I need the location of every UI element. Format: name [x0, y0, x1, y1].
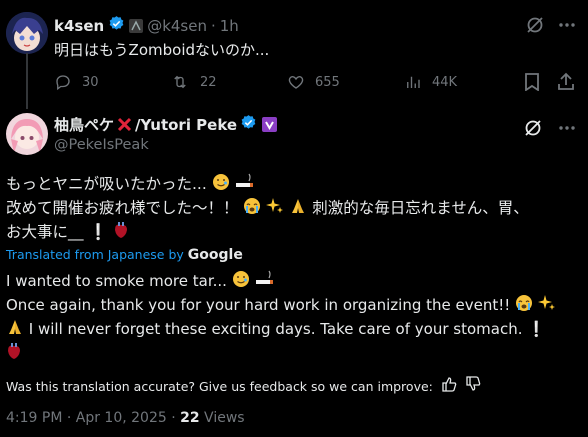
crying-face-emoji-icon [515, 294, 533, 318]
like-button[interactable]: 655 [287, 73, 340, 91]
reply-display-name[interactable]: k4sen [54, 17, 104, 35]
views-label: Views [199, 410, 245, 426]
sparkles-emoji-icon [537, 294, 556, 318]
bookmark-icon[interactable] [524, 73, 540, 91]
repost-icon [174, 75, 186, 89]
translated-line-2: Once again, thank you for your hard work… [6, 296, 511, 314]
grok-icon[interactable] [525, 15, 545, 35]
purple-check-icon [262, 117, 278, 132]
views-button[interactable]: 44K [404, 73, 457, 91]
cigarette-emoji-icon [255, 270, 275, 294]
translated-from-label: Translated from Japanese by [6, 247, 184, 262]
tweet-line-2: 改めて開催お疲れ様でした〜！！ [6, 199, 239, 217]
views-count: 22 [180, 410, 200, 426]
cross-mark-icon [117, 117, 132, 132]
translated-line-3: I will never forget these exciting days.… [28, 320, 523, 338]
tweet-text-translated: I wanted to smoke more tar... Once again… [6, 270, 581, 366]
smiling-tear-emoji-icon [232, 270, 250, 294]
reply-count: 30 [82, 74, 99, 90]
main-display-name-en[interactable]: /Yutori Peke [135, 116, 237, 134]
cigarette-emoji-icon [235, 173, 255, 197]
reply-time[interactable]: 1h [220, 17, 239, 35]
main-display-name-jp[interactable]: 柚鳥ペケ [54, 114, 114, 135]
anatomical-heart-emoji-icon [6, 342, 22, 366]
views-count: 44K [432, 74, 458, 90]
main-avatar[interactable] [6, 113, 48, 155]
thumbs-down-icon[interactable] [465, 376, 481, 396]
views-icon [407, 76, 420, 88]
reply-button[interactable]: 30 [54, 73, 99, 91]
verified-badge-icon [240, 114, 257, 135]
repost-button[interactable]: 22 [170, 73, 217, 91]
translation-feedback: Was this translation accurate? Give us f… [6, 376, 481, 396]
exclamation-emoji-icon: ❕ [88, 223, 108, 241]
repost-count: 22 [200, 74, 217, 90]
tweet-text-original: もっとヤニが吸いたかった... 改めて開催お疲れ様でした〜！！ 刺激的な毎日忘れ… [6, 173, 581, 245]
verified-badge-icon [108, 15, 125, 36]
feedback-prompt: Was this translation accurate? Give us f… [6, 378, 433, 394]
thumbs-up-icon[interactable] [441, 376, 457, 396]
reply-avatar[interactable] [6, 12, 48, 54]
tweet-line-1: もっとヤニが吸いたかった... [6, 175, 207, 193]
tweet-line-2b: 刺激的な毎日忘れません、胃、 [312, 199, 529, 217]
affiliate-badge-icon [129, 18, 144, 33]
google-logo: Google [187, 247, 243, 263]
reply-handle[interactable]: @k4sen [147, 17, 207, 35]
more-options-icon[interactable] [558, 22, 576, 28]
reply-icon [56, 75, 70, 91]
share-icon[interactable] [557, 72, 575, 91]
like-count: 655 [315, 74, 340, 90]
main-handle[interactable]: @PekeIsPeak [54, 137, 149, 153]
thread-line [26, 53, 28, 109]
separator-dot: · [210, 16, 216, 35]
translation-attribution: Translated from Japanese by Google [6, 247, 243, 263]
exclamation-emoji-icon: ❕ [527, 320, 546, 338]
reply-text: 明日はもうZomboidないのか... [54, 41, 270, 59]
anatomical-heart-emoji-icon [113, 221, 129, 245]
folded-hands-emoji-icon [6, 318, 24, 342]
sparkles-emoji-icon [266, 197, 284, 221]
grok-icon[interactable] [523, 118, 543, 138]
tweet-timestamp-row: 4:19 PM · Apr 10, 2025 · 22 Views [6, 410, 245, 426]
more-options-icon[interactable] [558, 125, 576, 131]
tweet-timestamp[interactable]: 4:19 PM · Apr 10, 2025 · [6, 410, 180, 426]
translated-line-1: I wanted to smoke more tar... [6, 272, 227, 290]
heart-icon [288, 76, 304, 89]
crying-face-emoji-icon [243, 197, 261, 221]
smiling-tear-emoji-icon [212, 173, 230, 197]
folded-hands-emoji-icon [289, 197, 307, 221]
tweet-line-3: お大事に__ [6, 223, 84, 241]
